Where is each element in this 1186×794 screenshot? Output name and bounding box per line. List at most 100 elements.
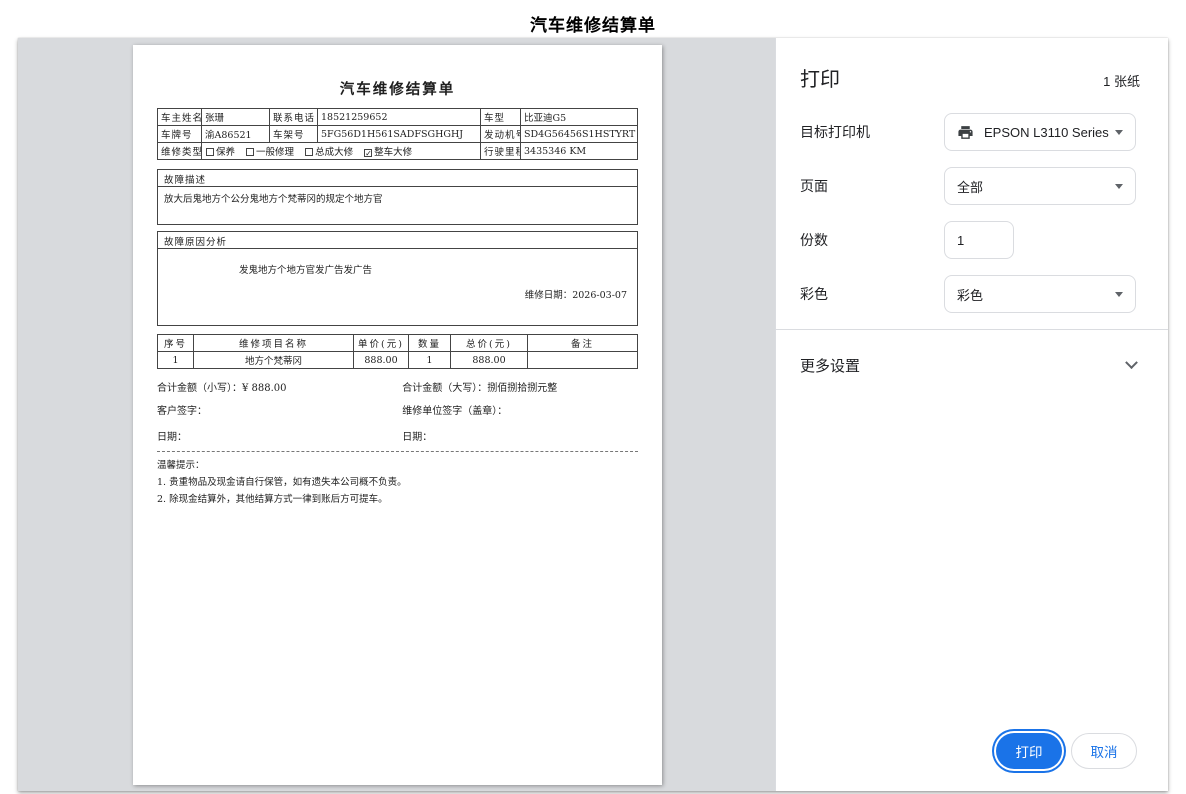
checkbox-label: 总成大修: [315, 147, 353, 158]
chevron-down-icon: [1115, 130, 1123, 135]
destination-row: 目标打印机 EPSON L3110 Series: [800, 113, 1136, 151]
destination-select[interactable]: EPSON L3110 Series: [944, 113, 1136, 151]
amount-row: 合计金额（小写）：¥ 888.00 合计金额（大写）：捌佰捌拾捌元整: [157, 379, 638, 394]
dialog-footer: 打印 取消: [996, 733, 1137, 769]
pages-select[interactable]: 全部: [944, 167, 1136, 205]
engine-no-label: 发动机号: [481, 126, 521, 143]
print-settings-panel: 打印 1 张纸 目标打印机 EPSON L3110 Series 页面 全部 份…: [775, 38, 1168, 791]
date-right-label: 日期：: [402, 428, 638, 443]
copies-input[interactable]: [944, 221, 1014, 259]
plate-value: 渝A86521: [202, 126, 270, 143]
printer-icon: [957, 124, 974, 141]
panel-divider: [776, 329, 1168, 330]
col-total-price: 总价(元): [451, 335, 528, 352]
table-row: 维修类型 保养 一般修理 总成大修 ✓整车大修 行驶里程 3435346 KM: [158, 143, 638, 160]
page-title: 汽车维修结算单: [0, 11, 1186, 36]
signature-row: 客户签字： 维修单位签字（盖章）：: [157, 402, 638, 417]
checkbox-icon: [246, 148, 254, 156]
print-dialog: 汽车维修结算单 车主姓名 张珊 联系电话 18521259652 车型 比亚迪G…: [18, 38, 1168, 791]
fault-description-header: 故障描述: [158, 170, 637, 187]
col-item-name: 维修项目名称: [194, 335, 354, 352]
notes-section: 温馨提示： 1. 贵重物品及现金请自行保管，如有遗失本公司概不负责。 2. 除现…: [157, 457, 638, 505]
repair-date: 维修日期：2026-03-07: [164, 287, 631, 301]
owner-name-label: 车主姓名: [158, 109, 202, 126]
fault-description-content: 放大后鬼地方个公分鬼地方个梵蒂冈的规定个地方官: [158, 187, 637, 224]
print-preview-area: 汽车维修结算单 车主姓名 张珊 联系电话 18521259652 车型 比亚迪G…: [18, 38, 775, 791]
more-settings-toggle[interactable]: 更多设置: [800, 352, 1136, 378]
chevron-down-icon: [1115, 184, 1123, 189]
table-row: 1 地方个梵蒂冈 888.00 1 888.00: [158, 352, 638, 369]
table-row: 车牌号 渝A86521 车架号 5FG56D1H561SADFSGHGHJ 发动…: [158, 126, 638, 143]
col-unit-price: 单价(元): [354, 335, 409, 352]
destination-value: EPSON L3110 Series: [984, 125, 1115, 140]
color-row: 彩色 彩色: [800, 275, 1136, 313]
date-left-label: 日期：: [157, 428, 402, 443]
date-row: 日期： 日期：: [157, 428, 638, 443]
destination-label: 目标打印机: [800, 122, 944, 142]
customer-signature-label: 客户签字：: [157, 402, 402, 417]
checkbox-item: 保养: [205, 147, 235, 158]
fault-analysis-text: 发鬼地方个地方官发广告发广告: [239, 262, 631, 276]
notes-title: 温馨提示：: [157, 457, 638, 471]
color-select[interactable]: 彩色: [944, 275, 1136, 313]
col-remark: 备注: [528, 335, 638, 352]
checkbox-icon: [305, 148, 313, 156]
repair-type-options: 保养 一般修理 总成大修 ✓整车大修: [202, 143, 481, 160]
color-label: 彩色: [800, 284, 944, 304]
amount-small: 合计金额（小写）：¥ 888.00: [157, 379, 402, 394]
table-header-row: 序号 维修项目名称 单价(元) 数量 总价(元) 备注: [158, 335, 638, 352]
checkbox-label: 一般修理: [256, 147, 294, 158]
col-qty: 数量: [409, 335, 451, 352]
repair-items-table: 序号 维修项目名称 单价(元) 数量 总价(元) 备注 1 地方个梵蒂冈 888…: [157, 334, 638, 369]
dashed-divider: [157, 451, 638, 452]
copies-label: 份数: [800, 230, 944, 250]
panel-header: 打印 1 张纸: [800, 63, 1140, 92]
owner-name-value: 张珊: [202, 109, 270, 126]
checkbox-label: 整车大修: [374, 147, 412, 158]
plate-label: 车牌号: [158, 126, 202, 143]
phone-label: 联系电话: [270, 109, 318, 126]
note-line: 2. 除现金结算外，其他结算方式一律到账后方可提车。: [157, 491, 638, 505]
print-button[interactable]: 打印: [996, 733, 1062, 769]
note-line: 1. 贵重物品及现金请自行保管，如有遗失本公司概不负责。: [157, 474, 638, 488]
pages-label: 页面: [800, 176, 944, 196]
copies-row: 份数: [800, 221, 1136, 259]
phone-value: 18521259652: [318, 109, 481, 126]
pages-row: 页面 全部: [800, 167, 1136, 205]
repair-type-label: 维修类型: [158, 143, 202, 160]
cell-seq: 1: [158, 352, 194, 369]
cell-unit-price: 888.00: [354, 352, 409, 369]
document-preview-page: 汽车维修结算单 车主姓名 张珊 联系电话 18521259652 车型 比亚迪G…: [133, 45, 662, 785]
chevron-down-icon: [1115, 292, 1123, 297]
checkbox-icon: [206, 148, 214, 156]
cancel-button[interactable]: 取消: [1071, 733, 1137, 769]
print-dialog-title: 打印: [800, 63, 840, 92]
checkbox-item: ✓整车大修: [363, 147, 412, 158]
vehicle-info-table: 车主姓名 张珊 联系电话 18521259652 车型 比亚迪G5 车牌号 渝A…: [157, 108, 638, 160]
vin-value: 5FG56D1H561SADFSGHGHJ: [318, 126, 481, 143]
mileage-value: 3435346 KM: [521, 143, 638, 160]
checkbox-item: 总成大修: [304, 147, 353, 158]
fault-description-box: 故障描述 放大后鬼地方个公分鬼地方个梵蒂冈的规定个地方官: [157, 169, 638, 225]
chevron-down-icon: [1125, 356, 1138, 369]
model-value: 比亚迪G5: [521, 109, 638, 126]
fault-analysis-header: 故障原因分析: [158, 232, 637, 249]
table-row: 车主姓名 张珊 联系电话 18521259652 车型 比亚迪G5: [158, 109, 638, 126]
checkbox-checked-icon: ✓: [364, 149, 372, 157]
pages-value: 全部: [957, 177, 1115, 196]
fault-analysis-box: 故障原因分析 发鬼地方个地方官发广告发广告 维修日期：2026-03-07: [157, 231, 638, 326]
checkbox-item: 一般修理: [245, 147, 294, 158]
document-title: 汽车维修结算单: [157, 78, 638, 99]
fault-analysis-content: 发鬼地方个地方官发广告发广告 维修日期：2026-03-07: [158, 262, 637, 325]
model-label: 车型: [481, 109, 521, 126]
mileage-label: 行驶里程: [481, 143, 521, 160]
checkbox-label: 保养: [216, 147, 235, 158]
totals-section: 合计金额（小写）：¥ 888.00 合计金额（大写）：捌佰捌拾捌元整 客户签字：…: [157, 379, 638, 443]
engine-no-value: SD4G56456S1HSTYRT: [521, 126, 638, 143]
more-settings-label: 更多设置: [800, 355, 860, 376]
unit-signature-label: 维修单位签字（盖章）：: [402, 402, 638, 417]
vin-label: 车架号: [270, 126, 318, 143]
cell-qty: 1: [409, 352, 451, 369]
cell-total-price: 888.00: [451, 352, 528, 369]
color-value: 彩色: [957, 285, 1115, 304]
